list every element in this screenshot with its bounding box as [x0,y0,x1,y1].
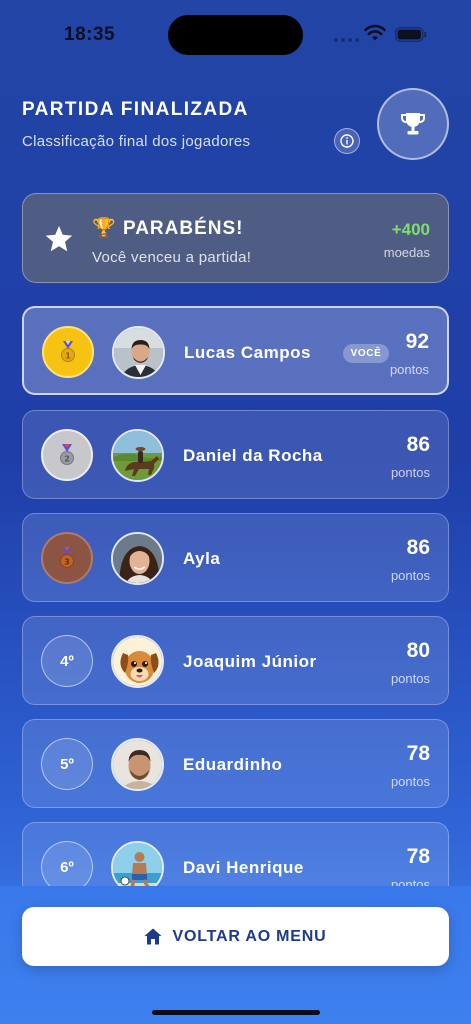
page-subtitle: Classificação final dos jogadores [22,133,251,150]
player-score: 80 [406,639,430,662]
player-row[interactable]: 2 Daniel da Rocha 86 pontos [22,410,449,499]
bronze-medal-icon: 3 [60,547,74,568]
player-score-unit: pontos [390,671,430,686]
silver-medal-icon: 2 [60,444,74,465]
player-name: Eduardinho [183,755,283,774]
player-avatar [112,326,165,379]
home-icon [144,928,162,945]
status-time: 18:35 [64,24,116,45]
player-score: 78 [406,742,430,765]
trophy-button[interactable] [377,88,449,160]
wifi-icon [364,24,386,41]
player-score: 92 [405,330,429,353]
trophy-icon [400,113,426,135]
current-player-badge: VOCÊ [343,344,389,363]
player-name: Joaquim Júnior [183,652,317,671]
back-to-menu-label: VOLTAR AO MENU [172,927,327,945]
player-score: 78 [406,845,430,868]
info-icon [340,134,354,148]
rank-badge-first: 1 [42,326,94,378]
player-row[interactable]: 3 Ayla 86 pontos [22,513,449,602]
status-bar: 18:35 [0,0,471,70]
player-avatar [111,738,164,791]
victory-message: Você venceu a partida! [92,249,252,266]
victory-title-text: PARABÉNS! [122,218,244,239]
player-score-unit: pontos [390,568,430,583]
player-row[interactable]: 4º Joaquim Júnior 80 pontos [22,616,449,705]
player-name: Davi Henrique [183,858,304,877]
player-score-unit: pontos [390,774,430,789]
trophy-emoji-icon: 🏆 [92,218,117,239]
back-to-menu-button[interactable]: VOLTAR AO MENU [22,907,449,966]
player-avatar [111,841,164,886]
dynamic-island [168,15,303,55]
coin-reward: +400 [391,220,430,239]
player-score-unit: pontos [389,362,429,377]
player-avatar [111,532,164,585]
star-icon [45,225,73,252]
info-button[interactable] [334,128,360,154]
coin-reward-unit: moedas [383,245,430,260]
player-name: Daniel da Rocha [183,446,323,465]
rank-badge-second: 2 [41,429,93,481]
victory-title: 🏆 PARABÉNS! [92,216,244,240]
svg-text:2: 2 [64,455,70,464]
player-name: Lucas Campos [184,343,311,362]
cellular-signal-icon [334,38,359,42]
player-row[interactable]: 1 Lucas Campos VOCÊ 92 pontos [22,306,449,395]
player-score-unit: pontos [390,465,430,480]
svg-text:1: 1 [65,352,71,361]
ranking-list[interactable]: 1 Lucas Campos VOCÊ 92 pontos 2 Daniel d… [22,306,449,886]
svg-text:3: 3 [64,558,70,567]
page-title: PARTIDA FINALIZADA [22,99,249,120]
rank-badge-third: 3 [41,532,93,584]
gold-medal-icon: 1 [61,341,75,362]
player-row[interactable]: 6º Davi Henrique 78 pontos [22,822,449,886]
player-score: 86 [406,536,430,559]
battery-icon [395,27,427,42]
home-indicator[interactable] [152,1010,320,1015]
rank-badge: 6º [41,841,93,886]
player-avatar [111,635,164,688]
rank-badge: 4º [41,635,93,687]
player-avatar [111,429,164,482]
player-score: 86 [406,433,430,456]
player-name: Ayla [183,549,221,568]
rank-badge: 5º [41,738,93,790]
victory-banner: 🏆 PARABÉNS! Você venceu a partida! +400 … [22,193,449,283]
player-score-unit: pontos [390,877,430,886]
player-row[interactable]: 5º Eduardinho 78 pontos [22,719,449,808]
